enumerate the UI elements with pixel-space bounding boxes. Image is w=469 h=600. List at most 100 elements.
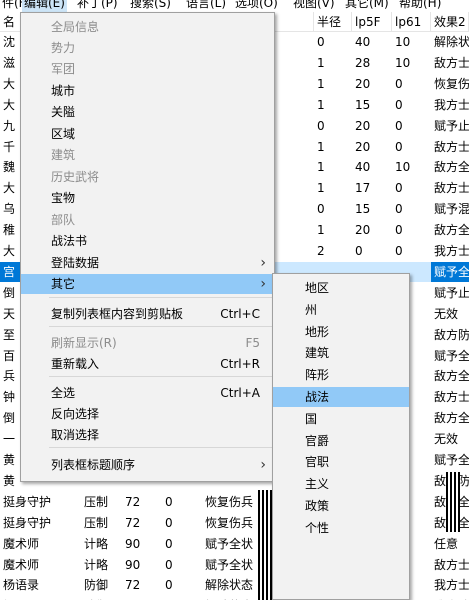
menu-item[interactable]: 城市 bbox=[21, 81, 274, 101]
column-header[interactable]: lp5F bbox=[352, 12, 392, 32]
table-cell[interactable]: 17 bbox=[352, 178, 392, 198]
table-cell[interactable]: 解除状态 bbox=[431, 32, 469, 52]
submenu-item[interactable]: 官职 bbox=[273, 452, 409, 472]
table-cell[interactable]: 0 bbox=[162, 534, 202, 554]
table-cell[interactable]: 敌方士气 bbox=[431, 178, 469, 198]
table-cell[interactable]: 我方士气 bbox=[431, 241, 469, 261]
table-cell[interactable]: 魔术师 bbox=[0, 534, 81, 554]
table-cell[interactable]: 赋予混乱 bbox=[431, 199, 469, 219]
menubar-item[interactable]: 编辑(E) bbox=[22, 0, 67, 12]
menu-item[interactable]: 关隘 bbox=[21, 102, 274, 122]
submenu-item[interactable]: 个性 bbox=[273, 518, 409, 538]
menu-item[interactable]: 军团 bbox=[21, 59, 274, 79]
table-cell[interactable]: 72 bbox=[122, 596, 162, 600]
menu-item[interactable]: 战法书 bbox=[21, 231, 274, 251]
table-cell[interactable]: 赋予全状 bbox=[431, 261, 469, 282]
table-cell[interactable]: 72 bbox=[122, 492, 162, 512]
table-cell[interactable]: 杨语录 bbox=[0, 575, 81, 595]
table-cell[interactable]: 防御 bbox=[81, 596, 122, 600]
menu-item[interactable]: 区域 bbox=[21, 124, 274, 144]
menubar-item[interactable]: 补丁(P) bbox=[75, 0, 120, 12]
table-cell[interactable]: 敌方全体 bbox=[431, 366, 469, 386]
column-header[interactable]: lp61 bbox=[392, 12, 431, 32]
table-cell[interactable]: 0 bbox=[314, 32, 352, 52]
menu-item[interactable]: 建筑 bbox=[21, 145, 274, 165]
table-cell[interactable]: 0 bbox=[162, 575, 202, 595]
menu-item[interactable]: 势力 bbox=[21, 38, 274, 58]
menu-item[interactable]: 全选 Ctrl+A bbox=[21, 383, 274, 403]
table-cell[interactable]: 1 bbox=[314, 137, 352, 157]
menu-item[interactable]: 其它 › bbox=[21, 274, 274, 294]
table-cell[interactable]: 72 bbox=[122, 575, 162, 595]
table-cell[interactable]: 1 bbox=[314, 74, 352, 94]
table-cell[interactable]: 赋予全状 bbox=[431, 450, 469, 470]
table-cell[interactable]: 1 bbox=[314, 53, 352, 73]
submenu-item[interactable]: 国 bbox=[273, 409, 409, 429]
table-cell[interactable]: 1 bbox=[314, 178, 352, 198]
submenu-item[interactable]: 阵形 bbox=[273, 365, 409, 385]
table-cell[interactable]: 0 bbox=[314, 199, 352, 219]
column-header[interactable]: 效果2 bbox=[431, 12, 469, 32]
table-cell[interactable]: 我方士气 bbox=[431, 95, 469, 115]
submenu-item[interactable]: 地形 bbox=[273, 322, 409, 342]
table-cell[interactable]: 20 bbox=[352, 220, 392, 240]
table-cell[interactable]: 1 bbox=[314, 220, 352, 240]
menubar-item[interactable]: 视图(V) bbox=[291, 0, 337, 12]
table-cell[interactable]: 0 bbox=[392, 137, 431, 157]
table-cell[interactable]: 挺身守护 bbox=[0, 513, 81, 533]
table-cell[interactable]: 15 bbox=[352, 199, 392, 219]
menu-item[interactable]: 反向选择 bbox=[21, 404, 274, 424]
submenu-item[interactable]: 地区 bbox=[273, 278, 409, 298]
table-cell[interactable]: 90 bbox=[122, 534, 162, 554]
menu-item[interactable]: 复制列表框内容到剪贴板 Ctrl+C bbox=[21, 304, 274, 324]
table-cell[interactable]: 敌方士气 bbox=[431, 387, 469, 407]
menu-item[interactable]: 登陆数据 › bbox=[21, 253, 274, 273]
menu-item[interactable]: 刷新显示(R) F5 bbox=[21, 333, 274, 353]
table-cell[interactable]: 压制 bbox=[81, 492, 122, 512]
menu-item[interactable]: 宝物 bbox=[21, 188, 274, 208]
table-cell[interactable]: 1 bbox=[314, 95, 352, 115]
table-cell[interactable]: 0 bbox=[314, 116, 352, 136]
table-cell[interactable]: 90 bbox=[122, 555, 162, 575]
table-cell[interactable]: 10 bbox=[392, 32, 431, 52]
menubar-item[interactable]: 语言(L) bbox=[184, 0, 228, 12]
submenu-item[interactable]: 政策 bbox=[273, 496, 409, 516]
table-cell[interactable]: 0 bbox=[392, 178, 431, 198]
table-cell[interactable]: 0 bbox=[392, 241, 431, 261]
table-cell[interactable]: 0 bbox=[392, 116, 431, 136]
table-cell[interactable]: 我方防御 bbox=[431, 596, 469, 600]
table-cell[interactable]: 0 bbox=[392, 95, 431, 115]
table-cell[interactable]: 0 bbox=[392, 74, 431, 94]
menubar-item[interactable]: 选项(O) bbox=[233, 0, 280, 12]
table-cell[interactable]: 赋予全状 bbox=[431, 346, 469, 366]
table-cell[interactable]: 恢复伤兵 bbox=[431, 74, 469, 94]
table-cell[interactable]: 杨语录 bbox=[0, 596, 81, 600]
table-cell[interactable]: 无效 bbox=[431, 304, 469, 324]
column-header[interactable]: 半径 bbox=[314, 12, 352, 32]
table-cell[interactable]: 28 bbox=[352, 53, 392, 73]
table-cell[interactable]: 敌方士气 bbox=[431, 137, 469, 157]
table-cell[interactable]: 10 bbox=[392, 157, 431, 177]
submenu-item[interactable]: 官爵 bbox=[273, 431, 409, 451]
table-cell[interactable]: 敌方士气 bbox=[431, 555, 469, 575]
submenu-item[interactable]: 建筑 bbox=[273, 343, 409, 363]
table-cell[interactable]: 72 bbox=[122, 513, 162, 533]
table-cell[interactable]: 2 bbox=[314, 241, 352, 261]
menu-item[interactable]: 历史武将 bbox=[21, 167, 274, 187]
table-cell[interactable]: 40 bbox=[352, 157, 392, 177]
table-cell[interactable]: 赋予止战 bbox=[431, 116, 469, 136]
menu-item[interactable]: 部队 bbox=[21, 210, 274, 230]
table-cell[interactable]: 压制 bbox=[81, 513, 122, 533]
table-cell[interactable]: 敌方全体 bbox=[431, 408, 469, 428]
table-cell[interactable]: 赋予止战 bbox=[431, 283, 469, 303]
table-cell[interactable]: 挺身守护 bbox=[0, 492, 81, 512]
table-cell[interactable]: 魔术师 bbox=[0, 555, 81, 575]
table-cell[interactable]: 1 bbox=[314, 157, 352, 177]
table-cell[interactable]: 我方士气 bbox=[431, 575, 469, 595]
table-cell[interactable]: 0 bbox=[162, 492, 202, 512]
menubar-item[interactable]: 帮助(H) bbox=[397, 0, 443, 12]
table-cell[interactable]: 20 bbox=[352, 137, 392, 157]
table-cell[interactable]: 0 bbox=[162, 555, 202, 575]
table-cell[interactable]: 20 bbox=[352, 116, 392, 136]
table-cell[interactable]: 40 bbox=[352, 32, 392, 52]
